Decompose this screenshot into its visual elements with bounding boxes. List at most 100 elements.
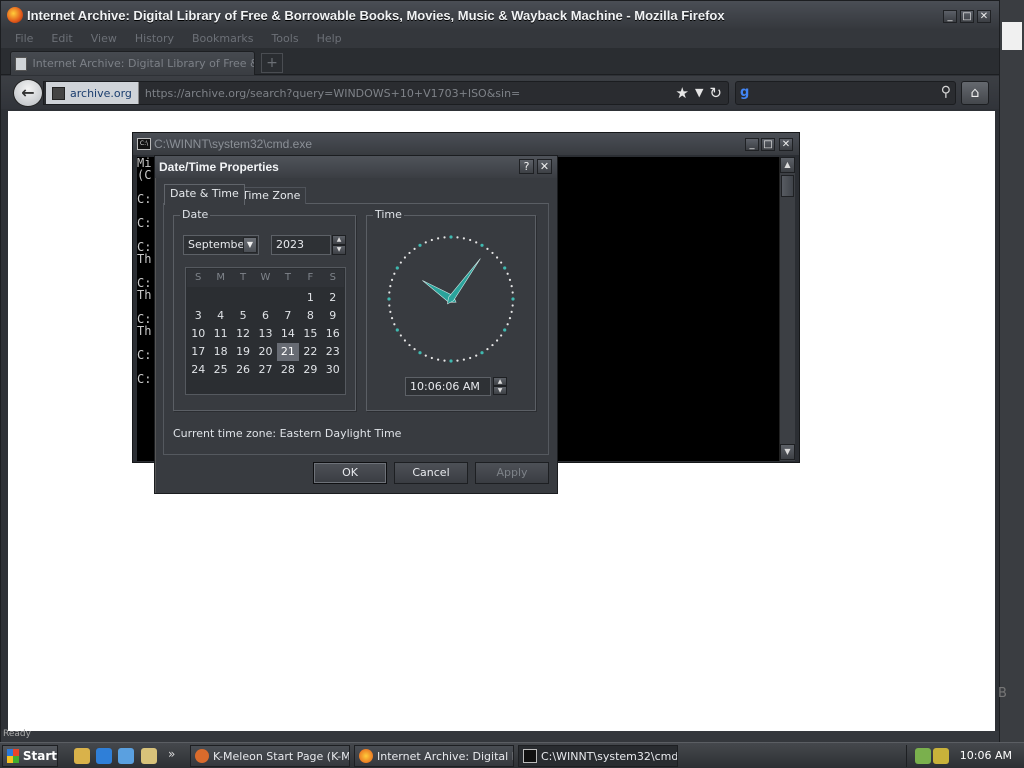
spin-up-icon[interactable]: ▲ xyxy=(493,377,507,386)
scroll-up-button[interactable]: ▲ xyxy=(780,157,795,173)
cmd-maximize-button[interactable]: □ xyxy=(761,138,775,151)
task-label: C:\WINNT\system32\cmd... xyxy=(541,749,678,763)
tab-internet-archive[interactable]: Internet Archive: Digital Library of Fre… xyxy=(10,51,255,75)
clock-tick xyxy=(395,328,399,332)
menu-item-view[interactable]: View xyxy=(91,32,117,45)
menu-item-edit[interactable]: Edit xyxy=(51,32,72,45)
task-firefox[interactable]: Internet Archive: Digital L... xyxy=(354,745,514,767)
month-select[interactable]: September ▼ xyxy=(183,235,259,255)
outlook-icon[interactable] xyxy=(118,748,134,764)
calendar-day[interactable]: 29 xyxy=(299,361,321,379)
url-bar[interactable]: archive.org https://archive.org/search?q… xyxy=(43,81,729,105)
maximize-button[interactable]: □ xyxy=(960,10,974,23)
calendar-day[interactable]: 11 xyxy=(209,325,231,343)
calendar-day[interactable]: 5 xyxy=(232,307,254,325)
start-button[interactable]: Start xyxy=(2,745,58,767)
start-label: Start xyxy=(22,749,57,763)
scroll-thumb[interactable] xyxy=(781,175,794,197)
calendar-day[interactable]: 14 xyxy=(277,325,299,343)
calendar-day[interactable]: 20 xyxy=(254,343,276,361)
menu-item-help[interactable]: Help xyxy=(317,32,342,45)
minimize-button[interactable]: _ xyxy=(943,10,957,23)
calendar-day[interactable]: 28 xyxy=(277,361,299,379)
task-cmd[interactable]: C:\WINNT\system32\cmd... xyxy=(518,745,678,767)
firefox-title-bar[interactable]: Internet Archive: Digital Library of Fre… xyxy=(1,1,999,29)
calendar-day[interactable]: 24 xyxy=(187,361,209,379)
calendar-day[interactable]: 8 xyxy=(299,307,321,325)
reload-icon[interactable]: ↻ xyxy=(709,84,722,102)
calendar-day[interactable]: 30 xyxy=(322,361,344,379)
calendar-day[interactable]: 6 xyxy=(254,307,276,325)
clock-tick xyxy=(403,339,407,342)
network-icon[interactable] xyxy=(915,748,931,764)
volume-icon[interactable] xyxy=(933,748,949,764)
calendar-day[interactable]: 9 xyxy=(322,307,344,325)
help-button[interactable]: ? xyxy=(519,159,534,174)
search-icon[interactable]: ⚲ xyxy=(941,84,951,100)
cancel-button[interactable]: Cancel xyxy=(394,462,468,484)
spin-up-icon[interactable]: ▲ xyxy=(332,235,346,245)
calendar-day[interactable]: 19 xyxy=(232,343,254,361)
ok-button[interactable]: OK xyxy=(313,462,387,484)
url-text[interactable]: https://archive.org/search?query=WINDOWS… xyxy=(145,87,520,100)
calendar-day[interactable]: 25 xyxy=(209,361,231,379)
desktop-widget-icon[interactable] xyxy=(1002,22,1022,50)
cmd-minimize-button[interactable]: _ xyxy=(745,138,759,151)
scroll-down-button[interactable]: ▼ xyxy=(780,444,795,460)
menu-item-bookmarks[interactable]: Bookmarks xyxy=(192,32,253,45)
calendar-day[interactable]: 12 xyxy=(232,325,254,343)
calendar-day[interactable]: 21 xyxy=(276,343,300,361)
calendar-day[interactable]: 18 xyxy=(209,343,231,361)
calendar-day[interactable]: 16 xyxy=(322,325,344,343)
calendar-day[interactable]: 3 xyxy=(187,307,209,325)
calendar-day[interactable]: 10 xyxy=(187,325,209,343)
calendar-day[interactable]: 26 xyxy=(232,361,254,379)
calendar-day[interactable]: 4 xyxy=(209,307,231,325)
cmd-title-bar[interactable]: C:\ C:\WINNT\system32\cmd.exe xyxy=(133,133,799,155)
cmd-scrollbar[interactable]: ▲ ▼ xyxy=(779,157,795,461)
dialog-title-bar[interactable]: Date/Time Properties xyxy=(155,156,557,178)
calendar-day[interactable]: 17 xyxy=(187,343,209,361)
task-kmeleon[interactable]: K-Meleon Start Page (K-M... xyxy=(190,745,350,767)
calendar-day[interactable]: 22 xyxy=(299,343,321,361)
year-field[interactable]: 2023 xyxy=(271,235,331,255)
menu-item-history[interactable]: History xyxy=(135,32,174,45)
apply-button[interactable]: Apply xyxy=(475,462,549,484)
menu-item-tools[interactable]: Tools xyxy=(271,32,298,45)
clock-tick xyxy=(449,359,453,363)
calendar-day[interactable]: 23 xyxy=(322,343,344,361)
time-field[interactable]: 10:06:06 AM xyxy=(405,377,491,396)
dialog-close-button[interactable]: ✕ xyxy=(537,159,552,174)
tab-time-zone[interactable]: Time Zone xyxy=(236,187,307,204)
menu-item-file[interactable]: File xyxy=(15,32,33,45)
calendar-day[interactable]: 15 xyxy=(299,325,321,343)
calendar-day[interactable]: 1 xyxy=(299,289,321,307)
star-icon[interactable]: ★ xyxy=(676,84,689,102)
tab-date-time[interactable]: Date & Time xyxy=(164,184,245,205)
search-input[interactable]: g ⚲ xyxy=(735,81,956,105)
calendar-day[interactable]: 13 xyxy=(254,325,276,343)
calendar-day[interactable]: 27 xyxy=(254,361,276,379)
ie-icon[interactable] xyxy=(96,748,112,764)
weekday-label: T xyxy=(240,272,247,283)
spin-down-icon[interactable]: ▼ xyxy=(332,245,346,255)
chevron-right-icon[interactable]: » xyxy=(168,747,175,761)
clock-tick xyxy=(424,241,427,244)
back-button[interactable]: ← xyxy=(13,79,43,107)
calendar-day[interactable]: 2 xyxy=(322,289,344,307)
close-button[interactable]: ✕ xyxy=(977,10,991,23)
home-button[interactable]: ⌂ xyxy=(961,81,989,105)
taskbar-clock[interactable]: 10:06 AM xyxy=(960,749,1012,762)
new-tab-button[interactable]: + xyxy=(261,53,283,73)
year-stepper[interactable]: ▲ ▼ xyxy=(332,235,346,255)
calendar-day[interactable]: 7 xyxy=(277,307,299,325)
site-identity[interactable]: archive.org xyxy=(46,82,139,104)
cmd-close-button[interactable]: ✕ xyxy=(779,138,793,151)
explorer-icon[interactable] xyxy=(141,748,157,764)
desktop-icon[interactable] xyxy=(74,748,90,764)
time-stepper[interactable]: ▲ ▼ xyxy=(493,377,507,396)
weekday-label: S xyxy=(329,272,336,283)
spin-down-icon[interactable]: ▼ xyxy=(493,386,507,395)
chevron-down-icon[interactable]: ▼ xyxy=(695,84,703,102)
chevron-down-icon[interactable]: ▼ xyxy=(243,237,257,253)
